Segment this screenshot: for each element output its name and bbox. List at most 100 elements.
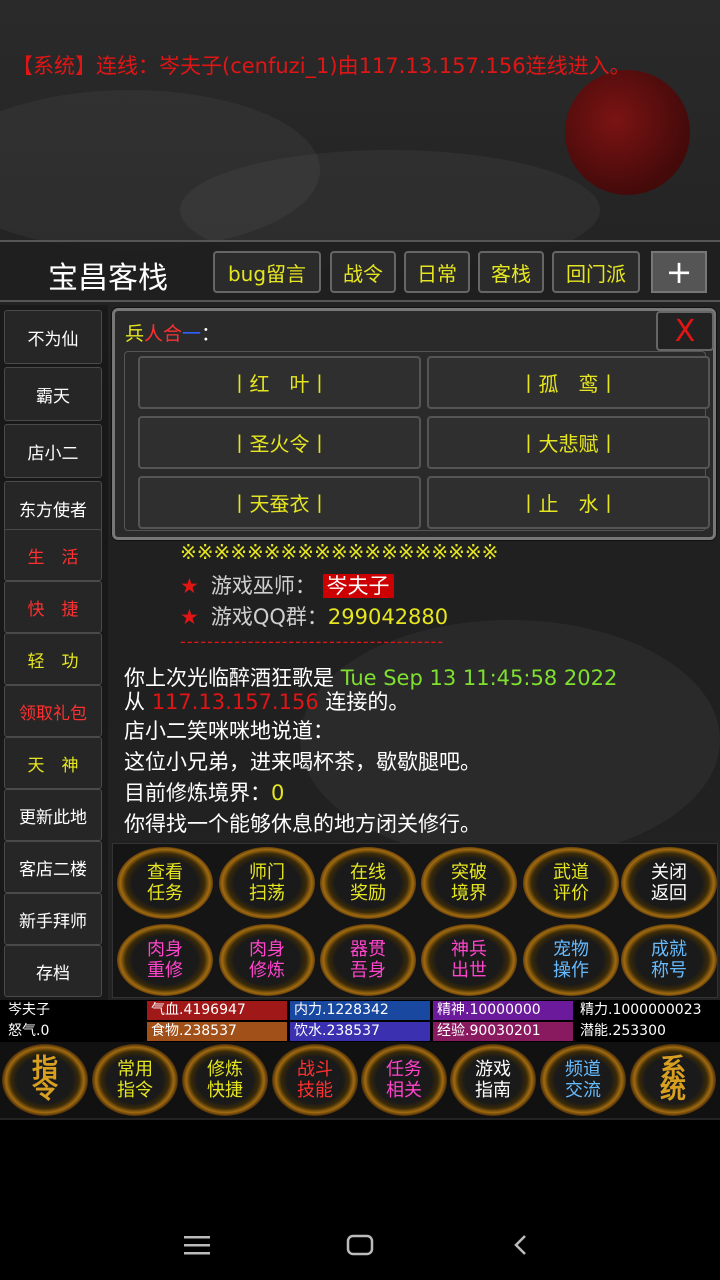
task-related-button[interactable]: 任务 相关 [361,1044,447,1116]
option-shenghuoling[interactable]: 丨圣火令丨 [138,416,421,469]
button-label-line: 返回 [651,883,687,904]
location-title: 宝昌客栈 [48,261,168,296]
achievement-title-button[interactable]: 成就 称号 [621,924,717,996]
button-label-line: 修炼 [249,960,285,981]
npc-speech: 这位小兄弟，进来喝杯茶，歇歇腿吧。 [124,750,481,774]
dash-divider: --------------------------------------- [180,632,445,651]
martial-review-button[interactable]: 武道 评价 [523,847,619,919]
weapon-popup: 兵人合一： X 丨红 叶丨 丨孤 鸾丨 丨圣火令丨 丨大悲赋丨 丨天蚕衣丨 丨止… [112,308,716,540]
battle-pass-button[interactable]: 战令 [330,251,396,293]
sidebar-item-qinggong[interactable]: 轻 功 [4,633,102,685]
bug-report-button[interactable]: bug留言 [213,251,321,293]
divine-weapon-button[interactable]: 神兵 出世 [421,924,517,996]
sidebar-item-batian[interactable]: 霸天 [4,367,102,421]
inn-button[interactable]: 客栈 [478,251,544,293]
button-label-line: 指令 [117,1080,153,1101]
ip-line: 从 117.13.157.156 连接的。 [124,686,409,716]
option-zhishui[interactable]: 丨止 水丨 [427,476,710,529]
from-text: 从 [124,690,145,714]
connected-text: 连接的。 [325,690,410,714]
online-reward-button[interactable]: 在线 奖励 [320,847,416,919]
button-label-line: 统 [659,1075,686,1105]
home-icon[interactable] [346,1234,374,1256]
sidebar-item-tianshen[interactable]: 天 神 [4,737,102,789]
sidebar-item-buweixian[interactable]: 不为仙 [4,310,102,364]
sect-sweep-button[interactable]: 师门 扫荡 [219,847,315,919]
combat-skill-button[interactable]: 战斗 技能 [272,1044,358,1116]
stat-jingli: 精力.1000000023 [576,1001,718,1020]
sidebar-item-refresh-location[interactable]: 更新此地 [4,789,102,841]
sidebar-item-inn-second-floor[interactable]: 客店二楼 [4,841,102,893]
sidebar-item-dongfangshizhe[interactable]: 东方使者 [4,481,102,535]
close-icon[interactable]: X [656,311,714,351]
plus-button[interactable]: + [651,251,707,293]
pet-operate-button[interactable]: 宠物 操作 [523,924,619,996]
button-label-line: 令 [31,1075,58,1105]
button-label-line: 吾身 [350,960,386,981]
button-label-line: 突破 [451,862,487,883]
stat-nuqi: 怒气.0 [4,1022,144,1041]
option-dabeifu[interactable]: 丨大悲赋丨 [427,416,710,469]
option-tiancanyi[interactable]: 丨天蚕衣丨 [138,476,421,529]
equip-body-button[interactable]: 器贯 吾身 [320,924,416,996]
popup-title: 兵人合一： [125,319,220,346]
qq-line: ★ 游戏QQ群：299042880 [180,601,448,631]
body-reset-button[interactable]: 肉身 重修 [117,924,213,996]
ip-address: 117.13.157.156 [151,690,319,714]
star-icon: ★ [180,574,199,598]
sidebar-item-save[interactable]: 存档 [4,945,102,997]
bottom-nav: 指令 常用 指令 修炼 快捷 战斗 技能 任务 相关 游戏 指南 频道 交流 系统 [0,1042,720,1118]
menu-icon[interactable] [184,1234,210,1256]
game-guide-button[interactable]: 游戏 指南 [450,1044,536,1116]
view-task-button[interactable]: 查看 任务 [117,847,213,919]
back-icon[interactable] [512,1234,528,1256]
red-sun-decoration [565,70,690,195]
game-screen: 【系统】连线：岑夫子(cenfuzi_1)由117.13.157.156连线进入… [0,0,720,1120]
body-train-button[interactable]: 肉身 修炼 [219,924,315,996]
return-sect-button[interactable]: 回门派 [552,251,640,293]
wizard-name[interactable]: 岑夫子 [322,574,394,598]
button-label-line: 肉身 [249,939,285,960]
sidebar-item-dianxiaoer[interactable]: 店小二 [4,424,102,478]
player-name: 岑夫子 [4,1001,144,1020]
stat-jingyan: 经验.90030201 [433,1022,573,1041]
cultivation-value: 0 [271,781,285,805]
button-label-line: 武道 [553,862,589,883]
button-label-line: 游戏 [475,1059,511,1080]
button-label-line: 相关 [386,1080,422,1101]
button-label-line: 神兵 [451,939,487,960]
player-status-bar: 岑夫子 气血.4196947 内力.1228342 精神.10000000 精力… [0,1000,720,1042]
button-label-line: 器贯 [350,939,386,960]
stat-jingshen: 精神.10000000 [433,1001,573,1020]
popup-title-part: 兵 [125,323,145,345]
option-guluan[interactable]: 丨孤 鸾丨 [427,356,710,409]
button-label-line: 关闭 [651,862,687,883]
breakthrough-button[interactable]: 突破 境界 [421,847,517,919]
common-command-button[interactable]: 常用 指令 [92,1044,178,1116]
button-label-line: 宠物 [553,939,589,960]
npc-speech-intro: 店小二笑咪咪地说道： [124,719,334,743]
cultivate-shortcut-button[interactable]: 修炼 快捷 [182,1044,268,1116]
sidebar-item-find-master[interactable]: 新手拜师 [4,893,102,945]
star-divider: ※※※※※※※※※※※※※※※※※※※ [180,540,499,564]
button-label-line: 快捷 [207,1080,243,1101]
button-label-line: 奖励 [350,883,386,904]
popup-options: 丨红 叶丨 丨孤 鸾丨 丨圣火令丨 丨大悲赋丨 丨天蚕衣丨 丨止 水丨 [124,351,710,531]
button-label-line: 任务 [386,1059,422,1080]
sidebar-item-life[interactable]: 生 活 [4,529,102,581]
qq-value: 299042880 [327,605,449,629]
sidebar-item-claim-gift[interactable]: 领取礼包 [4,685,102,737]
android-nav-bar [0,1200,720,1280]
stat-qixue: 气血.4196947 [147,1001,287,1020]
popup-title-part: 合 [163,323,183,345]
close-return-button[interactable]: 关闭 返回 [621,847,717,919]
option-hongye[interactable]: 丨红 叶丨 [138,356,421,409]
command-button[interactable]: 指令 [2,1044,88,1116]
button-label-line: 评价 [553,883,589,904]
daily-button[interactable]: 日常 [404,251,470,293]
action-grid: 查看 任务 师门 扫荡 在线 奖励 突破 境界 武道 评价 关闭 返回 肉身 重修 肉身 修炼 … [112,843,718,998]
system-button[interactable]: 系统 [630,1044,716,1116]
sidebar-item-shortcut[interactable]: 快 捷 [4,581,102,633]
channel-chat-button[interactable]: 频道 交流 [540,1044,626,1116]
button-label-line: 常用 [117,1059,153,1080]
